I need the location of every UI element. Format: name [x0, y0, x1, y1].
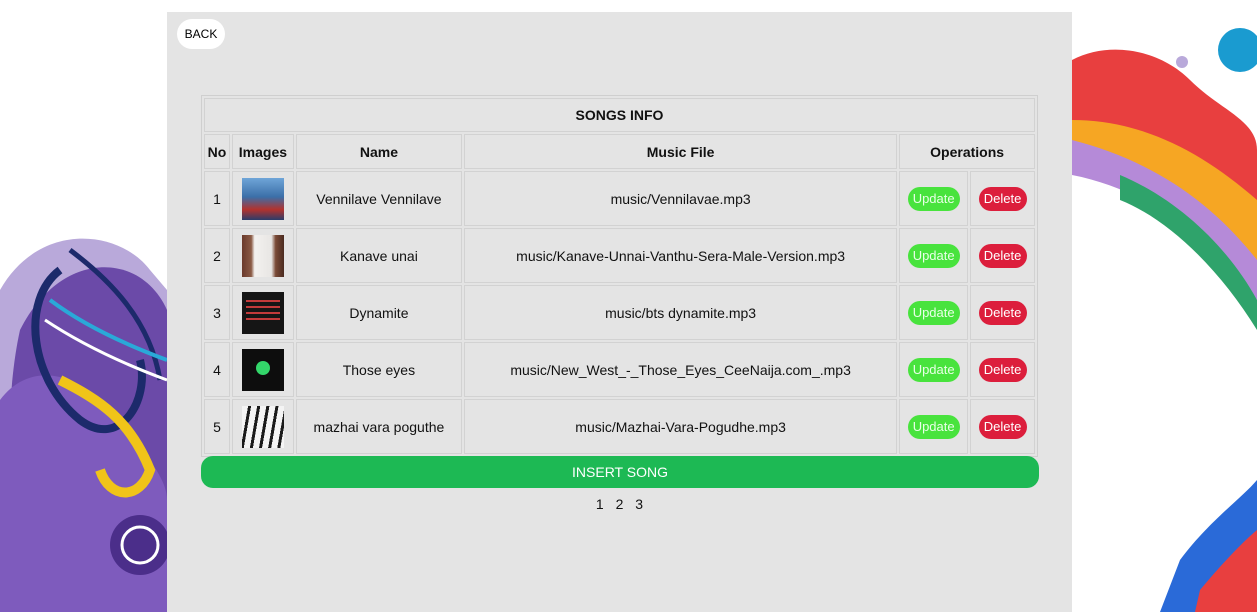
main-panel: BACK SONGS INFO No Images Name Music Fil…	[167, 12, 1072, 612]
update-button[interactable]: Update	[907, 243, 960, 268]
music-file: music/Vennilavae.mp3	[463, 171, 898, 226]
update-button[interactable]: Update	[907, 357, 960, 382]
table-row: 4 Those eyes music/New_West_-_Those_Eyes…	[204, 342, 1035, 397]
row-no: 4	[204, 342, 230, 397]
music-file: music/Mazhai-Vara-Pogudhe.mp3	[463, 399, 898, 454]
delete-button[interactable]: Delete	[978, 414, 1027, 439]
update-button[interactable]: Update	[907, 300, 960, 325]
album-thumbnail	[241, 348, 284, 391]
header-name: Name	[295, 134, 462, 169]
row-no: 5	[204, 399, 230, 454]
song-name: mazhai vara poguthe	[295, 399, 462, 454]
header-no: No	[204, 134, 230, 169]
album-thumbnail	[241, 177, 284, 220]
image-cell	[231, 285, 294, 340]
table-row: 5 mazhai vara poguthe music/Mazhai-Vara-…	[204, 399, 1035, 454]
pagination: 1 2 3	[167, 496, 1072, 512]
insert-song-button[interactable]: INSERT SONG	[201, 456, 1039, 488]
album-thumbnail	[241, 405, 284, 448]
back-button[interactable]: BACK	[177, 19, 225, 49]
table-row: 1 Vennilave Vennilave music/Vennilavae.m…	[204, 171, 1035, 226]
image-cell	[231, 342, 294, 397]
table-title: SONGS INFO	[204, 98, 1035, 132]
music-file: music/New_West_-_Those_Eyes_CeeNaija.com…	[463, 342, 898, 397]
delete-button[interactable]: Delete	[978, 243, 1027, 268]
song-name: Kanave unai	[295, 228, 462, 283]
music-file: music/Kanave-Unnai-Vanthu-Sera-Male-Vers…	[463, 228, 898, 283]
page-link-3[interactable]: 3	[635, 496, 643, 512]
song-name: Those eyes	[295, 342, 462, 397]
page-link-2[interactable]: 2	[616, 496, 624, 512]
update-button[interactable]: Update	[907, 186, 960, 211]
delete-button[interactable]: Delete	[978, 300, 1027, 325]
table-row: 2 Kanave unai music/Kanave-Unnai-Vanthu-…	[204, 228, 1035, 283]
row-no: 3	[204, 285, 230, 340]
song-name: Dynamite	[295, 285, 462, 340]
song-name: Vennilave Vennilave	[295, 171, 462, 226]
delete-button[interactable]: Delete	[978, 357, 1027, 382]
header-music-file: Music File	[463, 134, 898, 169]
image-cell	[231, 228, 294, 283]
header-images: Images	[231, 134, 294, 169]
row-no: 1	[204, 171, 230, 226]
album-thumbnail	[241, 234, 284, 277]
header-operations: Operations	[899, 134, 1035, 169]
album-thumbnail	[241, 291, 284, 334]
table-row: 3 Dynamite music/bts dynamite.mp3 Update…	[204, 285, 1035, 340]
update-button[interactable]: Update	[907, 414, 960, 439]
songs-table: SONGS INFO No Images Name Music File Ope…	[201, 95, 1038, 457]
row-no: 2	[204, 228, 230, 283]
delete-button[interactable]: Delete	[978, 186, 1027, 211]
image-cell	[231, 399, 294, 454]
image-cell	[231, 171, 294, 226]
page-link-1[interactable]: 1	[596, 496, 604, 512]
music-file: music/bts dynamite.mp3	[463, 285, 898, 340]
